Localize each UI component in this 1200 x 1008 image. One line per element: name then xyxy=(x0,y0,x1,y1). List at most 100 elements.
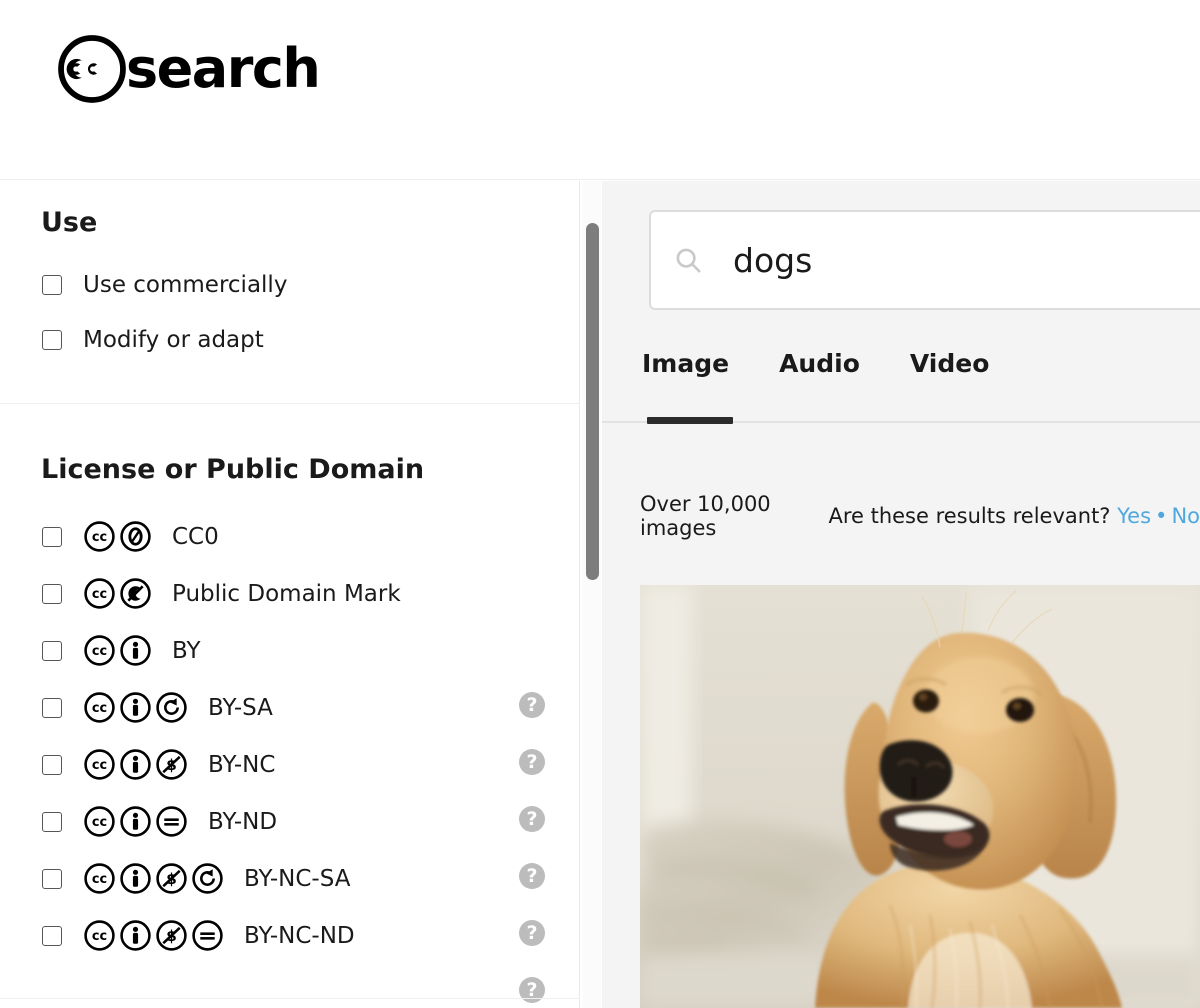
checkbox-license-by-nc-sa[interactable] xyxy=(42,868,62,889)
label-license-by: BY xyxy=(172,637,201,664)
share-alike-badge-icon xyxy=(192,863,223,894)
media-type-tabs: Image Audio Video xyxy=(642,349,1039,378)
badges-by: cc xyxy=(83,634,155,667)
label-use-commercially: Use commercially xyxy=(83,272,288,298)
filter-license-by-nd[interactable]: cc BY-ND xyxy=(42,805,277,838)
tab-image[interactable]: Image xyxy=(642,349,729,378)
non-commercial-badge-icon: $ xyxy=(156,920,187,951)
cc-badge-icon: cc xyxy=(84,749,115,780)
sidebar-scrollbar-track[interactable] xyxy=(583,181,601,1008)
filter-modify-or-adapt[interactable]: Modify or adapt xyxy=(42,327,264,353)
tab-audio[interactable]: Audio xyxy=(779,349,860,378)
label-license-by-sa: BY-SA xyxy=(208,694,273,721)
checkbox-license-by-nc-nd[interactable] xyxy=(42,925,62,946)
section-title-use: Use xyxy=(41,207,98,238)
help-icon-by-nd[interactable]: ? xyxy=(519,977,545,1003)
section-title-license: License or Public Domain xyxy=(41,454,425,485)
section-divider-2 xyxy=(0,998,580,999)
cc-badge-icon: cc xyxy=(84,521,115,552)
svg-text:cc: cc xyxy=(92,587,107,602)
cc-badge-icon: cc xyxy=(84,635,115,666)
result-image-tile[interactable] xyxy=(640,585,1200,1008)
relevance-separator: • xyxy=(1155,504,1168,528)
search-input[interactable]: dogs xyxy=(649,210,1200,310)
golden-retriever-photo xyxy=(640,585,1200,1008)
label-license-by-nc-sa: BY-NC-SA xyxy=(244,865,351,892)
checkbox-license-by[interactable] xyxy=(42,640,62,661)
help-icon-cc0[interactable]: ? xyxy=(519,692,545,718)
checkbox-license-cc0[interactable] xyxy=(42,526,62,547)
help-icon-by-sa[interactable]: ? xyxy=(519,863,545,889)
attribution-badge-icon xyxy=(120,749,151,780)
svg-text:cc: cc xyxy=(92,644,107,659)
badges-by-nc: cc $ xyxy=(83,748,191,781)
checkbox-use-commercially[interactable] xyxy=(42,275,62,295)
checkbox-license-public-domain-mark[interactable] xyxy=(42,583,62,604)
badges-public-domain-mark: cc xyxy=(83,577,155,610)
label-modify-or-adapt: Modify or adapt xyxy=(83,327,264,353)
checkbox-license-by-nd[interactable] xyxy=(42,811,62,832)
attribution-badge-icon xyxy=(120,635,151,666)
filter-license-by-sa[interactable]: cc BY-SA xyxy=(42,691,273,724)
svg-text:cc: cc xyxy=(92,929,107,944)
filter-license-by-nc[interactable]: cc $ BY-NC xyxy=(42,748,275,781)
help-icon-public-domain-mark[interactable]: ? xyxy=(519,749,545,775)
checkbox-license-by-sa[interactable] xyxy=(42,697,62,718)
public-domain-badge-icon xyxy=(120,578,151,609)
checkbox-license-by-nc[interactable] xyxy=(42,754,62,775)
logo-wordmark: search xyxy=(126,37,321,100)
help-icon-by[interactable]: ? xyxy=(519,806,545,832)
label-license-public-domain-mark: Public Domain Mark xyxy=(172,580,401,607)
share-alike-badge-icon xyxy=(156,692,187,723)
cc-badge-icon: cc xyxy=(84,863,115,894)
no-derivatives-badge-icon xyxy=(192,920,223,951)
attribution-badge-icon xyxy=(120,692,151,723)
filter-use-commercially[interactable]: Use commercially xyxy=(42,272,287,298)
results-summary-bar: Over 10,000 images Are these results rel… xyxy=(602,483,1200,549)
cc-badge-icon: cc xyxy=(84,806,115,837)
filter-license-public-domain-mark[interactable]: cc Public Domain Mark xyxy=(42,577,401,610)
svg-text:cc: cc xyxy=(92,758,107,773)
cc-circle-logo-icon xyxy=(58,35,126,103)
sidebar-scrollbar-thumb[interactable] xyxy=(586,223,599,580)
cc-badge-icon: cc xyxy=(84,920,115,951)
cc-search-logo[interactable]: search xyxy=(56,33,321,105)
search-icon xyxy=(676,248,701,273)
search-results-panel: dogs Image Audio Video Over 10,000 image… xyxy=(602,181,1200,1008)
app-header: search xyxy=(0,0,1200,180)
filters-sidebar: Use Use commercially Modify or adapt Lic… xyxy=(0,181,580,1008)
filter-license-by-nc-nd[interactable]: cc $ xyxy=(42,919,355,952)
relevance-prompt: Are these results relevant? Yes • No xyxy=(828,504,1200,528)
tab-active-indicator xyxy=(647,417,733,424)
relevance-question: Are these results relevant? xyxy=(828,504,1111,528)
badges-cc0: cc xyxy=(83,520,155,553)
non-commercial-badge-icon: $ xyxy=(156,749,187,780)
tab-video[interactable]: Video xyxy=(910,349,990,378)
help-icon-by-nc[interactable]: ? xyxy=(519,920,545,946)
relevance-no-link[interactable]: No xyxy=(1171,504,1200,528)
checkbox-modify-or-adapt[interactable] xyxy=(42,330,62,350)
svg-text:cc: cc xyxy=(92,872,107,887)
badges-by-nd: cc xyxy=(83,805,191,838)
label-license-by-nc: BY-NC xyxy=(208,751,276,778)
filter-license-by-nc-sa[interactable]: cc $ xyxy=(42,862,350,895)
attribution-badge-icon xyxy=(120,863,151,894)
label-license-cc0: CC0 xyxy=(172,523,219,550)
search-input-value: dogs xyxy=(733,240,813,280)
attribution-badge-icon xyxy=(120,806,151,837)
label-license-by-nd: BY-ND xyxy=(208,808,278,835)
cc-badge-icon: cc xyxy=(84,578,115,609)
filter-license-by[interactable]: cc BY xyxy=(42,634,201,667)
badges-by-sa: cc xyxy=(83,691,191,724)
svg-text:cc: cc xyxy=(92,815,107,830)
relevance-yes-link[interactable]: Yes xyxy=(1117,504,1151,528)
attribution-badge-icon xyxy=(120,920,151,951)
filter-license-cc0[interactable]: cc CC0 xyxy=(42,520,219,553)
badges-by-nc-sa: cc $ xyxy=(83,862,227,895)
cc-zero-badge-icon xyxy=(120,521,151,552)
label-license-by-nc-nd: BY-NC-ND xyxy=(244,922,355,949)
non-commercial-badge-icon: $ xyxy=(156,863,187,894)
svg-text:cc: cc xyxy=(92,530,107,545)
results-count: Over 10,000 images xyxy=(640,492,771,540)
cc-badge-icon: cc xyxy=(84,692,115,723)
